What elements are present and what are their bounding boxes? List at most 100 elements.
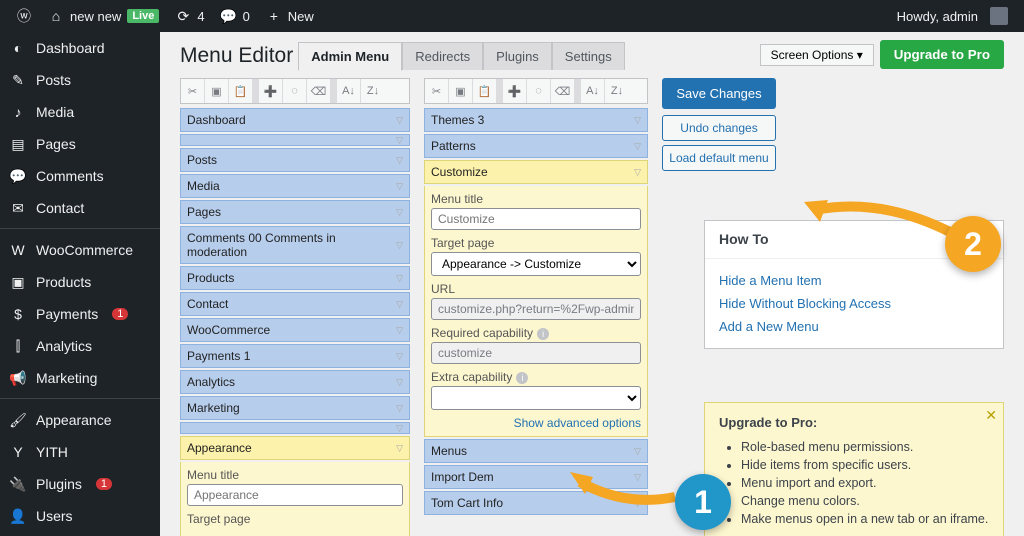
sidebar-item-yith[interactable]: YYITH bbox=[0, 436, 160, 468]
menu-item[interactable]: Comments 00 Comments in moderation▽ bbox=[180, 226, 410, 264]
paste-button[interactable]: 📋 bbox=[229, 79, 253, 103]
promo-item: Role-based menu permissions. bbox=[741, 438, 989, 456]
menu-label: Pages bbox=[36, 136, 76, 152]
tab-redirects[interactable]: Redirects bbox=[402, 42, 483, 70]
menu-item[interactable]: WooCommerce▽ bbox=[180, 318, 410, 342]
promo-title: Upgrade to Pro: bbox=[719, 415, 817, 430]
howto-link[interactable]: Add a New Menu bbox=[719, 315, 989, 338]
live-badge: Live bbox=[127, 9, 159, 23]
menu-item[interactable]: Menus▽ bbox=[424, 439, 648, 463]
cut-button[interactable]: ✂ bbox=[181, 79, 205, 103]
sort-za-button[interactable]: Z↓ bbox=[605, 79, 629, 103]
sidebar-item-appearance[interactable]: 🖌Appearance bbox=[0, 404, 160, 436]
menu-item-label: Pages bbox=[187, 205, 221, 219]
menu-item-label: Dashboard bbox=[187, 113, 246, 127]
menu-title-input[interactable] bbox=[431, 208, 641, 230]
new-item-button[interactable]: ➕ bbox=[259, 79, 283, 103]
sidebar-item-analytics[interactable]: ⫿Analytics bbox=[0, 330, 160, 362]
undo-button[interactable]: Undo changes bbox=[662, 115, 776, 141]
new-item-button[interactable]: ➕ bbox=[503, 79, 527, 103]
copy-button[interactable]: ▣ bbox=[449, 79, 473, 103]
menu-item[interactable]: Payments 1▽ bbox=[180, 344, 410, 368]
delete-button[interactable]: ⌫ bbox=[307, 79, 331, 103]
menu-icon: 💬 bbox=[10, 168, 26, 184]
menu-item[interactable]: Analytics▽ bbox=[180, 370, 410, 394]
menu-item[interactable]: Dashboard▽ bbox=[180, 108, 410, 132]
upgrade-pro-button[interactable]: Upgrade to Pro bbox=[880, 40, 1004, 69]
sidebar-item-tools[interactable]: 🔧Tools bbox=[0, 532, 160, 536]
save-button[interactable]: Save Changes bbox=[662, 78, 776, 109]
menu-item-label: Marketing bbox=[187, 401, 240, 415]
sidebar-item-media[interactable]: ♪Media bbox=[0, 96, 160, 128]
copy-button[interactable]: ▣ bbox=[205, 79, 229, 103]
comments-bar[interactable]: 💬0 bbox=[213, 8, 258, 24]
info-icon[interactable]: i bbox=[537, 328, 549, 340]
howto-link[interactable]: Hide Without Blocking Access bbox=[719, 292, 989, 315]
menu-item[interactable]: Customize▽ bbox=[424, 160, 648, 184]
sidebar-item-plugins[interactable]: 🔌Plugins1 bbox=[0, 468, 160, 500]
tab-admin-menu[interactable]: Admin Menu bbox=[298, 42, 402, 71]
sidebar-item-contact[interactable]: ✉Contact bbox=[0, 192, 160, 224]
sidebar-item-users[interactable]: 👤Users bbox=[0, 500, 160, 532]
updates[interactable]: ⟳4 bbox=[167, 8, 212, 24]
paste-button[interactable]: 📋 bbox=[473, 79, 497, 103]
tab-plugins[interactable]: Plugins bbox=[483, 42, 552, 70]
menu-label: YITH bbox=[36, 444, 68, 460]
home-icon: ⌂ bbox=[48, 8, 64, 24]
site-name[interactable]: ⌂new newLive bbox=[40, 8, 167, 24]
menu-item-label: Products bbox=[187, 271, 234, 285]
screen-options-button[interactable]: Screen Options ▾ bbox=[760, 44, 874, 66]
required-cap-label: Required capabilityi bbox=[431, 326, 641, 340]
sidebar-item-pages[interactable]: ▤Pages bbox=[0, 128, 160, 160]
menu-icon: ✉ bbox=[10, 200, 26, 216]
menu-item[interactable]: Themes 3▽ bbox=[424, 108, 648, 132]
sort-az-button[interactable]: A↓ bbox=[337, 79, 361, 103]
hide-button[interactable]: ◌ bbox=[283, 79, 307, 103]
cut-button[interactable]: ✂ bbox=[425, 79, 449, 103]
menu-item[interactable]: Pages▽ bbox=[180, 200, 410, 224]
menu-item[interactable]: Patterns▽ bbox=[424, 134, 648, 158]
annotation-callout-1: 1 bbox=[675, 474, 731, 530]
upgrade-promo: ✕ Upgrade to Pro: Role-based menu permis… bbox=[704, 402, 1004, 536]
hide-button[interactable]: ◌ bbox=[527, 79, 551, 103]
menu-item[interactable]: Marketing▽ bbox=[180, 396, 410, 420]
wp-logo[interactable]: ⓦ bbox=[8, 8, 40, 24]
sidebar-item-dashboard[interactable]: ◐Dashboard bbox=[0, 32, 160, 64]
menu-item[interactable]: Products▽ bbox=[180, 266, 410, 290]
menu-item[interactable]: Appearance▽ bbox=[180, 436, 410, 460]
menu-title-label: Menu title bbox=[431, 192, 641, 206]
new-content[interactable]: +New bbox=[258, 8, 322, 24]
sidebar-item-products[interactable]: ▣Products bbox=[0, 266, 160, 298]
annotation-arrow-1 bbox=[565, 462, 685, 515]
extra-cap-select[interactable] bbox=[431, 386, 641, 410]
sidebar-item-woocommerce[interactable]: WWooCommerce bbox=[0, 234, 160, 266]
target-page-select[interactable]: Appearance -> Customize bbox=[431, 252, 641, 276]
menu-title-input[interactable] bbox=[187, 484, 403, 506]
tab-settings[interactable]: Settings bbox=[552, 42, 625, 70]
info-icon[interactable]: i bbox=[516, 372, 528, 384]
howto-link[interactable]: Hide a Menu Item bbox=[719, 269, 989, 292]
menu-item[interactable]: Posts▽ bbox=[180, 148, 410, 172]
sidebar-item-posts[interactable]: ✎Posts bbox=[0, 64, 160, 96]
sidebar-item-comments[interactable]: 💬Comments bbox=[0, 160, 160, 192]
menu-item[interactable]: Media▽ bbox=[180, 174, 410, 198]
menu-label: Plugins bbox=[36, 476, 82, 492]
load-default-button[interactable]: Load default menu bbox=[662, 145, 776, 171]
close-icon[interactable]: ✕ bbox=[985, 407, 997, 424]
annotation-callout-2: 2 bbox=[945, 216, 1001, 272]
menu-icon: ◐ bbox=[10, 40, 26, 56]
chevron-down-icon: ▽ bbox=[634, 115, 641, 126]
menu-icon: ⫿ bbox=[10, 338, 26, 354]
sidebar-item-payments[interactable]: $Payments1 bbox=[0, 298, 160, 330]
sort-az-button[interactable]: A↓ bbox=[581, 79, 605, 103]
sort-za-button[interactable]: Z↓ bbox=[361, 79, 385, 103]
menu-label: Products bbox=[36, 274, 91, 290]
my-account[interactable]: Howdy, admin bbox=[889, 7, 1016, 25]
menu-item[interactable]: ▽ bbox=[180, 134, 410, 146]
show-advanced-link[interactable]: Show advanced options bbox=[431, 416, 641, 430]
menu-item[interactable]: ▽ bbox=[180, 422, 410, 434]
delete-button[interactable]: ⌫ bbox=[551, 79, 575, 103]
menu-item[interactable]: Contact▽ bbox=[180, 292, 410, 316]
url-label: URL bbox=[431, 282, 641, 296]
sidebar-item-marketing[interactable]: 📢Marketing bbox=[0, 362, 160, 394]
